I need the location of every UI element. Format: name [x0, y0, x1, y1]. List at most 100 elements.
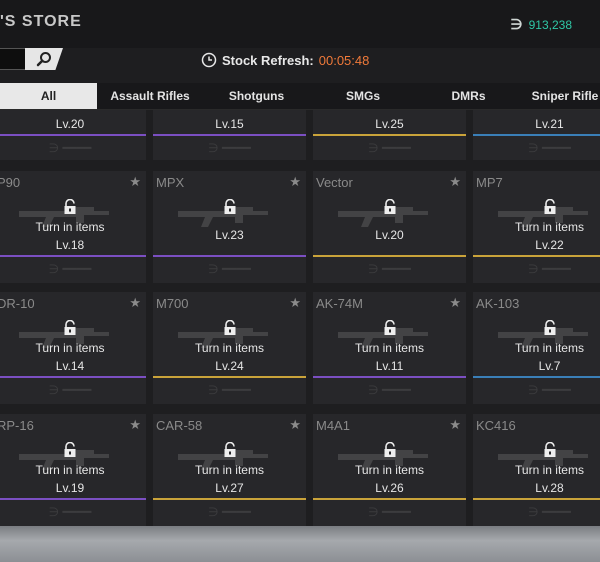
item-card[interactable]: MPX ★ Lv.23 ∋ ━━━━ — [153, 171, 306, 283]
favorite-star-icon[interactable]: ★ — [129, 417, 141, 433]
rarity-bar — [153, 376, 306, 378]
favorite-star-icon[interactable]: ★ — [129, 295, 141, 311]
item-name: CAR-58 — [156, 418, 203, 433]
item-price-hidden: ∋ ━━━━ — [208, 505, 251, 519]
item-card[interactable]: KC416★Turn in itemsLv.28∋ ━━━━ — [473, 414, 600, 526]
unlock-requirement: Turn in items — [35, 341, 105, 355]
store-header: 'S STORE ∋ 913,238 — [0, 0, 600, 48]
item-card[interactable]: DR-10 ★ Turn in items Lv.14 ∋ ━━━━ — [0, 292, 146, 404]
item-card[interactable]: CAR-58 ★ Turn in items Lv.27 ∋ ━━━━ — [153, 414, 306, 526]
item-level: Lv.23 — [215, 228, 244, 242]
item-card[interactable]: P90 ★ Turn in items Lv.18 ∋ ━━━━ — [0, 171, 146, 283]
search-input[interactable] — [0, 48, 29, 70]
rarity-bar — [473, 498, 600, 500]
tab-smgs[interactable]: SMGs — [313, 83, 413, 109]
clock-icon — [201, 52, 217, 68]
rarity-bar — [473, 376, 600, 378]
rarity-bar — [313, 134, 466, 136]
lock-icon — [543, 198, 557, 220]
item-level: Lv.22 — [535, 238, 564, 252]
stock-refresh: Stock Refresh: 00:05:48 — [201, 52, 369, 68]
item-level: Lv.14 — [55, 359, 85, 373]
item-price-hidden: ∋ ━━━━ — [48, 141, 92, 155]
lock-icon — [383, 441, 397, 463]
item-card[interactable]: RP-16 ★ Turn in items Lv.19 ∋ ━━━━ — [0, 414, 146, 526]
tab-sniper-rifle[interactable]: Sniper Rifle — [520, 83, 600, 109]
lock-icon — [223, 319, 237, 341]
unlock-requirement: Turn in items — [195, 341, 264, 355]
rarity-bar — [473, 255, 600, 257]
tab-all[interactable]: All — [0, 83, 97, 109]
item-price-hidden: ∋ ━━━━ — [528, 383, 571, 397]
item-card[interactable]: AK-103★Turn in itemsLv.7∋ ━━━━ — [473, 292, 600, 404]
item-card[interactable]: M4A1 ★ Turn in items Lv.26 ∋ ━━━━ — [313, 414, 466, 526]
item-level: Lv.18 — [55, 238, 85, 252]
item-name: AK-74M — [316, 296, 363, 311]
item-level: Lv.28 — [535, 481, 564, 495]
item-card[interactable]: Lv.15 ∋ ━━━━ — [153, 110, 306, 160]
favorite-star-icon[interactable]: ★ — [289, 295, 301, 311]
search-bar — [0, 48, 70, 70]
item-price-hidden: ∋ ━━━━ — [528, 141, 571, 155]
item-name: AK-103 — [476, 296, 520, 311]
tab-assault-rifles[interactable]: Assault Rifles — [98, 83, 202, 109]
tab-dmrs[interactable]: DMRs — [420, 83, 517, 109]
favorite-star-icon[interactable]: ★ — [449, 417, 461, 433]
unlock-requirement: Turn in items — [355, 463, 424, 477]
item-card[interactable]: Lv.25 ∋ ━━━━ — [313, 110, 466, 160]
item-card[interactable]: MP7★Turn in itemsLv.22∋ ━━━━ — [473, 171, 600, 283]
item-name: MP7 — [476, 175, 503, 190]
currency-balance: ∋ 913,238 — [510, 16, 572, 33]
item-price-hidden: ∋ ━━━━ — [528, 262, 571, 276]
item-card[interactable]: Lv.21 ∋ ━━━━ — [473, 110, 600, 160]
lock-icon — [543, 319, 557, 341]
rarity-bar — [153, 134, 306, 136]
refresh-timer: 00:05:48 — [318, 52, 370, 68]
item-name: KC416 — [476, 418, 516, 433]
search-icon — [36, 52, 51, 67]
item-level: Lv.11 — [375, 359, 404, 373]
item-price-hidden: ∋ ━━━━ — [48, 262, 92, 276]
rarity-bar — [0, 134, 146, 136]
rarity-bar — [473, 134, 600, 136]
store-title: 'S STORE — [0, 13, 82, 30]
item-level: Lv.20 — [55, 117, 85, 131]
favorite-star-icon[interactable]: ★ — [449, 174, 461, 190]
item-price-hidden: ∋ ━━━━ — [368, 505, 411, 519]
lock-icon — [223, 198, 237, 220]
item-price-hidden: ∋ ━━━━ — [208, 383, 251, 397]
favorite-star-icon[interactable]: ★ — [289, 174, 301, 190]
item-level: Lv.15 — [215, 117, 244, 131]
rarity-bar — [313, 376, 466, 378]
item-level: Lv.25 — [375, 117, 404, 131]
item-price-hidden: ∋ ━━━━ — [528, 505, 571, 519]
item-card[interactable]: AK-74M ★ Turn in items Lv.11 ∋ ━━━━ — [313, 292, 466, 404]
floor-background — [0, 526, 600, 562]
unlock-requirement: Turn in items — [35, 220, 105, 234]
item-level: Lv.19 — [55, 481, 85, 495]
item-card[interactable]: Lv.20 ∋ ━━━━ — [0, 110, 146, 160]
lock-icon — [543, 441, 557, 463]
unlock-requirement: Turn in items — [515, 463, 584, 477]
item-level: Lv.24 — [215, 359, 244, 373]
item-level: Lv.20 — [375, 228, 404, 242]
rarity-bar — [153, 498, 306, 500]
rarity-bar — [0, 498, 146, 500]
lock-icon — [223, 441, 237, 463]
unlock-requirement: Turn in items — [35, 463, 105, 477]
lock-icon — [63, 198, 77, 220]
item-level: Lv.26 — [375, 481, 404, 495]
item-price-hidden: ∋ ━━━━ — [48, 383, 92, 397]
rarity-bar — [313, 498, 466, 500]
search-button[interactable] — [25, 48, 63, 70]
favorite-star-icon[interactable]: ★ — [449, 295, 461, 311]
lock-icon — [63, 319, 77, 341]
item-card[interactable]: M700 ★ Turn in items Lv.24 ∋ ━━━━ — [153, 292, 306, 404]
favorite-star-icon[interactable]: ★ — [129, 174, 141, 190]
tab-shotguns[interactable]: Shotguns — [205, 83, 308, 109]
item-name: DR-10 — [0, 296, 35, 311]
favorite-star-icon[interactable]: ★ — [289, 417, 301, 433]
item-card[interactable]: Vector ★ Lv.20 ∋ ━━━━ — [313, 171, 466, 283]
lock-icon — [383, 198, 397, 220]
item-price-hidden: ∋ ━━━━ — [368, 141, 411, 155]
